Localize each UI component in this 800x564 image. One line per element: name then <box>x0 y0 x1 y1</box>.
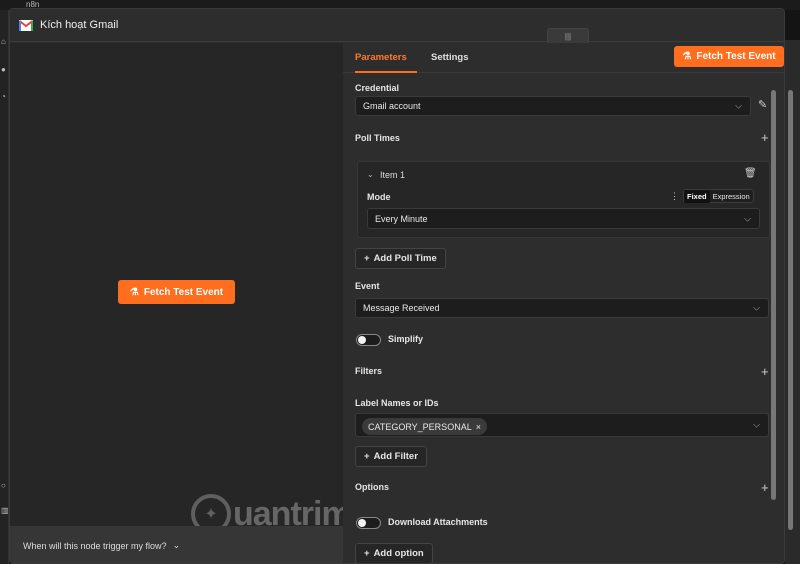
gmail-icon <box>19 19 33 31</box>
label-chip: CATEGORY_PERSONAL × <box>362 418 487 435</box>
tab-settings[interactable]: Settings <box>431 52 468 63</box>
flask-icon: ⚗ <box>129 286 139 298</box>
bell-icon: ◔ <box>1 93 6 101</box>
plus-icon: + <box>364 253 370 264</box>
event-value: Message Received <box>363 303 440 313</box>
add-filter-button[interactable]: + Add Filter <box>355 446 427 467</box>
parameters-pane: Parameters Settings ⚗ Fetch Test Event C… <box>343 43 784 563</box>
modal-header: Kích hoạt Gmail <box>10 9 784 42</box>
modal-title: Kích hoạt Gmail <box>40 19 119 31</box>
flask-icon: ⚗ <box>682 51 692 62</box>
tab-parameters[interactable]: Parameters <box>355 52 407 63</box>
fetch-test-event-button-left[interactable]: ⚗ Fetch Test Event <box>118 280 235 304</box>
chevron-down-icon[interactable]: ⌄ <box>367 170 374 179</box>
add-poll-time-label: Add Poll Time <box>373 253 437 264</box>
chevron-down-icon: ⌵ <box>735 100 742 111</box>
add-filter-label: Add Filter <box>373 451 418 462</box>
add-poll-time-button[interactable]: + Add Poll Time <box>355 248 446 269</box>
expression-option[interactable]: Expression <box>710 190 753 203</box>
filters-label: Filters <box>355 366 383 376</box>
credential-label: Credential <box>355 83 400 93</box>
close-icon[interactable]: × <box>476 422 481 432</box>
background-sidebar: ⌂ ● ◔ ○ ▥ <box>0 10 9 564</box>
help-icon: ○ <box>1 482 6 490</box>
plus-icon: + <box>364 548 370 559</box>
item-label: Item 1 <box>380 170 406 180</box>
stats-icon: ▥ <box>1 507 9 515</box>
mode-select[interactable]: Every Minute ⌵ <box>367 208 760 229</box>
chevron-down-icon: ⌄ <box>172 540 181 550</box>
add-option-label: Add option <box>373 548 424 559</box>
chevron-down-icon: ⌵ <box>753 302 760 313</box>
fetch-test-event-label: Fetch Test Event <box>143 286 224 298</box>
home-icon: ⌂ <box>1 38 6 46</box>
input-pane: ⚗ Fetch Test Event ✦ uantrimang When wil… <box>10 43 409 563</box>
simplify-toggle[interactable] <box>356 334 381 346</box>
chip-text: CATEGORY_PERSONAL <box>368 421 472 432</box>
plus-icon: + <box>364 451 370 462</box>
trigger-faq[interactable]: When will this node trigger my flow? ⌄ <box>10 526 343 563</box>
mode-type-toggle: Fixed Expression <box>683 189 754 203</box>
active-tab-indicator <box>355 71 417 73</box>
event-select[interactable]: Message Received ⌵ <box>355 298 769 318</box>
trash-icon[interactable]: 🗑 <box>744 168 757 179</box>
add-filter-icon[interactable]: + <box>761 365 769 378</box>
pencil-icon[interactable]: ✎ <box>758 98 767 111</box>
event-label: Event <box>355 281 380 291</box>
user-icon: ● <box>1 66 6 74</box>
fetch-test-event-label: Fetch Test Event <box>696 51 776 62</box>
faq-text: When will this node trigger my flow? <box>23 540 167 551</box>
download-attachments-label: Download Attachments <box>388 517 488 527</box>
download-attachments-toggle[interactable] <box>356 517 381 529</box>
poll-time-item: ⌄ Item 1 🗑 Mode ⋮ Fixed Expression Every… <box>357 161 770 238</box>
mode-value: Every Minute <box>375 213 428 224</box>
fixed-option[interactable]: Fixed <box>684 189 710 203</box>
add-option-button[interactable]: + Add option <box>355 543 433 563</box>
background-scrollbar <box>785 40 800 564</box>
label-names-label: Label Names or IDs <box>355 398 439 408</box>
more-vertical-icon[interactable]: ⋮ <box>670 191 679 202</box>
options-label: Options <box>355 482 389 492</box>
add-option-icon[interactable]: + <box>761 481 769 494</box>
label-names-select[interactable]: CATEGORY_PERSONAL × ⌵ <box>355 413 769 437</box>
poll-times-label: Poll Times <box>355 133 400 143</box>
chevron-down-icon: ⌵ <box>753 419 760 430</box>
scrollbar[interactable] <box>771 90 776 500</box>
drag-handle[interactable]: ||| <box>547 28 589 44</box>
add-poll-time-icon[interactable]: + <box>761 131 769 144</box>
chevron-down-icon: ⌵ <box>744 213 751 223</box>
credential-select[interactable]: Gmail account ⌵ <box>355 96 751 116</box>
credential-value: Gmail account <box>363 101 421 111</box>
fetch-test-event-button[interactable]: ⚗ Fetch Test Event <box>674 46 784 67</box>
mode-label: Mode <box>367 192 391 202</box>
simplify-label: Simplify <box>388 334 424 344</box>
node-modal: Kích hoạt Gmail ⚗ Fetch Test Event ✦ uan… <box>9 8 785 564</box>
